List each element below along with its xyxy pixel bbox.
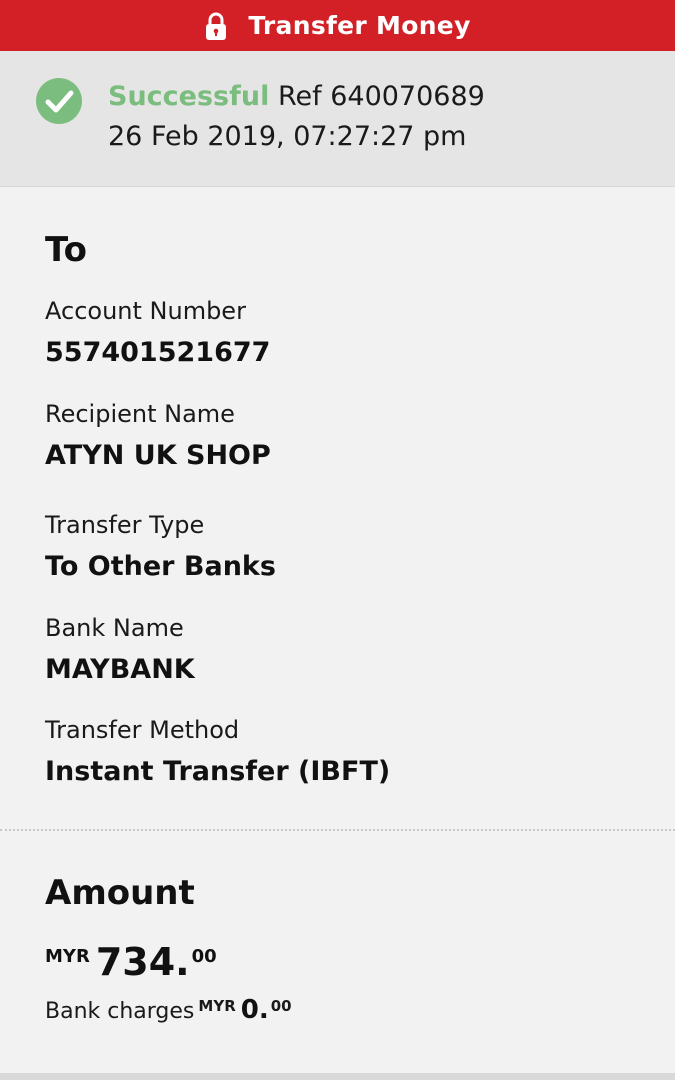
recipient-name-label: Recipient Name (45, 400, 235, 428)
account-number-value: 557401521677 (45, 337, 271, 368)
amount-section-title: Amount (45, 873, 195, 913)
status-line: Successful Ref 640070689 (108, 81, 485, 112)
bank-name-label: Bank Name (45, 614, 184, 642)
amount-decimal: 00 (191, 946, 217, 967)
header-bar: Transfer Money (0, 0, 675, 51)
bottom-strip (0, 1073, 675, 1080)
account-number-label: Account Number (45, 297, 246, 325)
bank-charges-label: Bank charges (45, 999, 195, 1024)
ref-label: Ref (277, 81, 322, 112)
section-divider (0, 829, 675, 831)
lock-icon (206, 12, 227, 40)
charges-currency: MYR (198, 997, 236, 1015)
charges-decimal: 00 (270, 997, 292, 1015)
page-title: Transfer Money (248, 11, 471, 40)
transfer-method-label: Transfer Method (45, 716, 240, 744)
transfer-method-value: Instant Transfer (IBFT) (45, 756, 391, 787)
ref-number: 640070689 (330, 81, 485, 112)
bank-name-value: MAYBANK (45, 654, 195, 685)
recipient-name-value: ATYN UK SHOP (45, 440, 271, 471)
transfer-type-value: To Other Banks (45, 551, 276, 582)
to-section-title: To (45, 230, 88, 270)
charges-main: 0. (240, 995, 269, 1025)
transfer-type-label: Transfer Type (45, 511, 205, 539)
transaction-datetime: 26 Feb 2019, 07:27:27 pm (108, 121, 467, 152)
amount-currency: MYR (45, 946, 90, 967)
transfer-amount: MYR 734. 00 (45, 940, 217, 984)
amount-main: 734. (95, 940, 190, 984)
status-text: Successful (108, 81, 270, 112)
check-circle-icon (36, 78, 82, 124)
status-panel: Successful Ref 640070689 26 Feb 2019, 07… (0, 51, 675, 187)
bank-charges: Bank charges MYR 0. 00 (45, 995, 292, 1025)
